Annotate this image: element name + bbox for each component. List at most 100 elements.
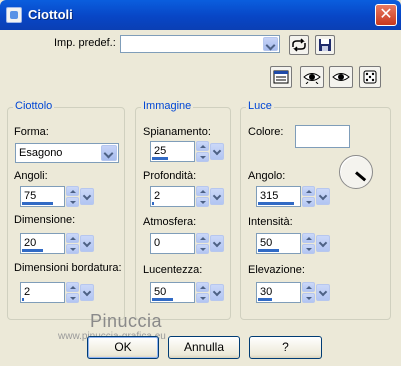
immagine-group-title: Immagine [141, 100, 194, 112]
forma-label: Forma: [14, 126, 49, 138]
bordatura-spinner[interactable]: 2 [20, 282, 94, 303]
angle-dial[interactable] [339, 155, 373, 189]
elevazione-level-bar [258, 298, 272, 301]
luce-group-title: Luce [246, 100, 274, 112]
elevazione-spinner[interactable]: 30 [256, 282, 330, 303]
annulla-button[interactable]: Annulla [168, 336, 240, 359]
atmosfera-field[interactable]: 0 [150, 233, 195, 254]
dimensione-up-button[interactable] [66, 233, 79, 243]
dimensione-level-bar [22, 249, 43, 252]
auto-proof-button[interactable] [329, 66, 353, 88]
close-button[interactable]: ✕ [375, 4, 397, 26]
forma-dropdown[interactable]: Esagono [15, 143, 119, 163]
dimensione-value: 20 [24, 237, 37, 249]
angolo-spinner[interactable]: 315 [256, 186, 330, 207]
preset-label: Imp. predef.: [54, 37, 116, 49]
chevron-down-icon[interactable] [101, 145, 117, 161]
spianamento-slider-button[interactable] [210, 143, 224, 160]
help-button[interactable]: ? [249, 336, 322, 359]
intensita-up-button[interactable] [302, 233, 315, 243]
eye-icon [303, 73, 321, 84]
lucentezza-level-bar [152, 298, 173, 301]
profondita-up-button[interactable] [196, 186, 209, 196]
atmosfera-down-button[interactable] [196, 244, 209, 254]
app-icon [6, 7, 22, 23]
spianamento-spinner[interactable]: 25 [150, 141, 224, 162]
spianamento-field[interactable]: 25 [150, 141, 195, 162]
angle-dial-needle [355, 171, 367, 182]
watermark-name: Pinuccia [90, 311, 163, 331]
refresh-arrow-icon [292, 38, 306, 52]
elevazione-field[interactable]: 30 [256, 282, 301, 303]
elevazione-down-button[interactable] [302, 293, 315, 303]
angoli-field[interactable]: 75 [20, 186, 65, 207]
bordatura-field[interactable]: 2 [20, 282, 65, 303]
forma-value: Esagono [19, 147, 63, 159]
load-preset-button[interactable] [289, 35, 309, 55]
intensita-value: 50 [260, 237, 273, 249]
lucentezza-spinner[interactable]: 50 [150, 282, 224, 303]
dimensione-down-button[interactable] [66, 244, 79, 254]
save-preset-button[interactable] [315, 35, 335, 55]
angoli-level-bar [22, 202, 53, 205]
profondita-label: Profondità: [143, 170, 197, 182]
atmosfera-label: Atmosfera: [143, 216, 197, 228]
bordatura-slider-button[interactable] [80, 284, 94, 301]
colore-swatch[interactable] [295, 125, 350, 148]
angoli-up-button[interactable] [66, 186, 79, 196]
atmosfera-spinner[interactable]: 0 [150, 233, 224, 254]
dimensione-slider-button[interactable] [80, 235, 94, 252]
bordatura-up-button[interactable] [66, 282, 79, 292]
intensita-label: Intensità: [248, 216, 293, 228]
dice-icon [363, 70, 377, 84]
profondita-spinner[interactable]: 2 [150, 186, 224, 207]
randomize-button[interactable] [359, 66, 381, 88]
angoli-spinner[interactable]: 75 [20, 186, 94, 207]
elevazione-value: 30 [260, 286, 273, 298]
spianamento-up-button[interactable] [196, 141, 209, 151]
profondita-down-button[interactable] [196, 197, 209, 207]
dimensione-spinner[interactable]: 20 [20, 233, 94, 254]
ciottolo-group-title: Ciottolo [13, 100, 55, 112]
intensita-down-button[interactable] [302, 244, 315, 254]
bordatura-label: Dimensioni bordatura: [14, 262, 122, 274]
proof-button[interactable] [300, 66, 324, 88]
elevazione-label: Elevazione: [248, 264, 305, 276]
angoli-down-button[interactable] [66, 197, 79, 207]
chevron-down-icon[interactable] [263, 37, 278, 51]
lucentezza-field[interactable]: 50 [150, 282, 195, 303]
atmosfera-up-button[interactable] [196, 233, 209, 243]
lucentezza-slider-button[interactable] [210, 284, 224, 301]
lucentezza-down-button[interactable] [196, 293, 209, 303]
bordatura-value: 2 [24, 286, 31, 298]
atmosfera-slider-button[interactable] [210, 235, 224, 252]
elevazione-slider-button[interactable] [316, 284, 330, 301]
intensita-slider-button[interactable] [316, 235, 330, 252]
elevazione-up-button[interactable] [302, 282, 315, 292]
intensita-field[interactable]: 50 [256, 233, 301, 254]
angolo-slider-button[interactable] [316, 188, 330, 205]
dimensione-field[interactable]: 20 [20, 233, 65, 254]
angoli-label: Angoli: [14, 170, 48, 182]
ok-button[interactable]: OK [87, 336, 159, 359]
intensita-spinner[interactable]: 50 [256, 233, 330, 254]
preset-dropdown[interactable] [120, 35, 280, 53]
angolo-up-button[interactable] [302, 186, 315, 196]
reset-dialog-button[interactable] [270, 66, 292, 88]
angolo-field[interactable]: 315 [256, 186, 301, 207]
spianamento-down-button[interactable] [196, 152, 209, 162]
angolo-down-button[interactable] [302, 197, 315, 207]
dialog-window: Ciottoli ✕ Imp. predef.: Ciottolo Forma:… [0, 0, 401, 366]
angoli-slider-button[interactable] [80, 188, 94, 205]
spianamento-level-bar [152, 157, 168, 160]
bordatura-down-button[interactable] [66, 293, 79, 303]
bordatura-level-bar [22, 298, 24, 301]
angolo-label: Angolo: [248, 170, 286, 182]
reset-dialog-icon [273, 70, 289, 84]
profondita-slider-button[interactable] [210, 188, 224, 205]
profondita-level-bar [152, 202, 154, 205]
profondita-field[interactable]: 2 [150, 186, 195, 207]
eye-icon [332, 73, 350, 81]
title-bar[interactable]: Ciottoli ✕ [0, 0, 401, 30]
lucentezza-up-button[interactable] [196, 282, 209, 292]
